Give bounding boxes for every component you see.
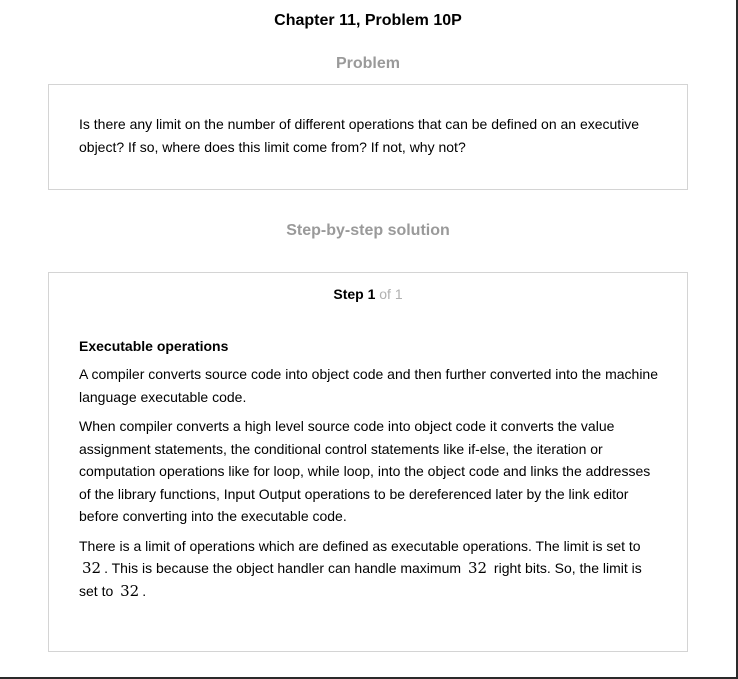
solution-box: Step 1 of 1 Executable operations A comp…: [48, 272, 688, 652]
math-value-32: 32: [467, 559, 488, 577]
section-title: Executable operations: [79, 338, 229, 354]
problem-text: Is there any limit on the number of diff…: [79, 116, 640, 155]
problem-heading: Problem: [335, 55, 400, 72]
solution-heading: Step-by-step solution: [286, 222, 450, 239]
step-indicator: Step 1 of 1: [49, 286, 687, 302]
chapter-title: Chapter 11, Problem 10P: [274, 12, 462, 29]
step-count: of 1: [379, 286, 403, 302]
step-content: Executable operations A compiler convert…: [79, 335, 659, 609]
paragraph-limit: There is a limit of operations which are…: [79, 535, 659, 603]
math-value-32: 32: [120, 581, 140, 600]
paragraph-limit-text-2: . This is because the object handler can…: [104, 560, 462, 576]
math-value-32: 32: [82, 559, 102, 577]
paragraph-limit-text-1: There is a limit of operations which are…: [79, 537, 641, 554]
paragraph-compiler: A compiler converts source code into obj…: [79, 366, 659, 405]
problem-box: Is there any limit on the number of diff…: [48, 84, 688, 190]
step-label: Step 1: [333, 286, 376, 302]
paragraph-conversion: When compiler converts a high level sour…: [79, 418, 651, 524]
paragraph-limit-text-4: .: [142, 582, 147, 599]
